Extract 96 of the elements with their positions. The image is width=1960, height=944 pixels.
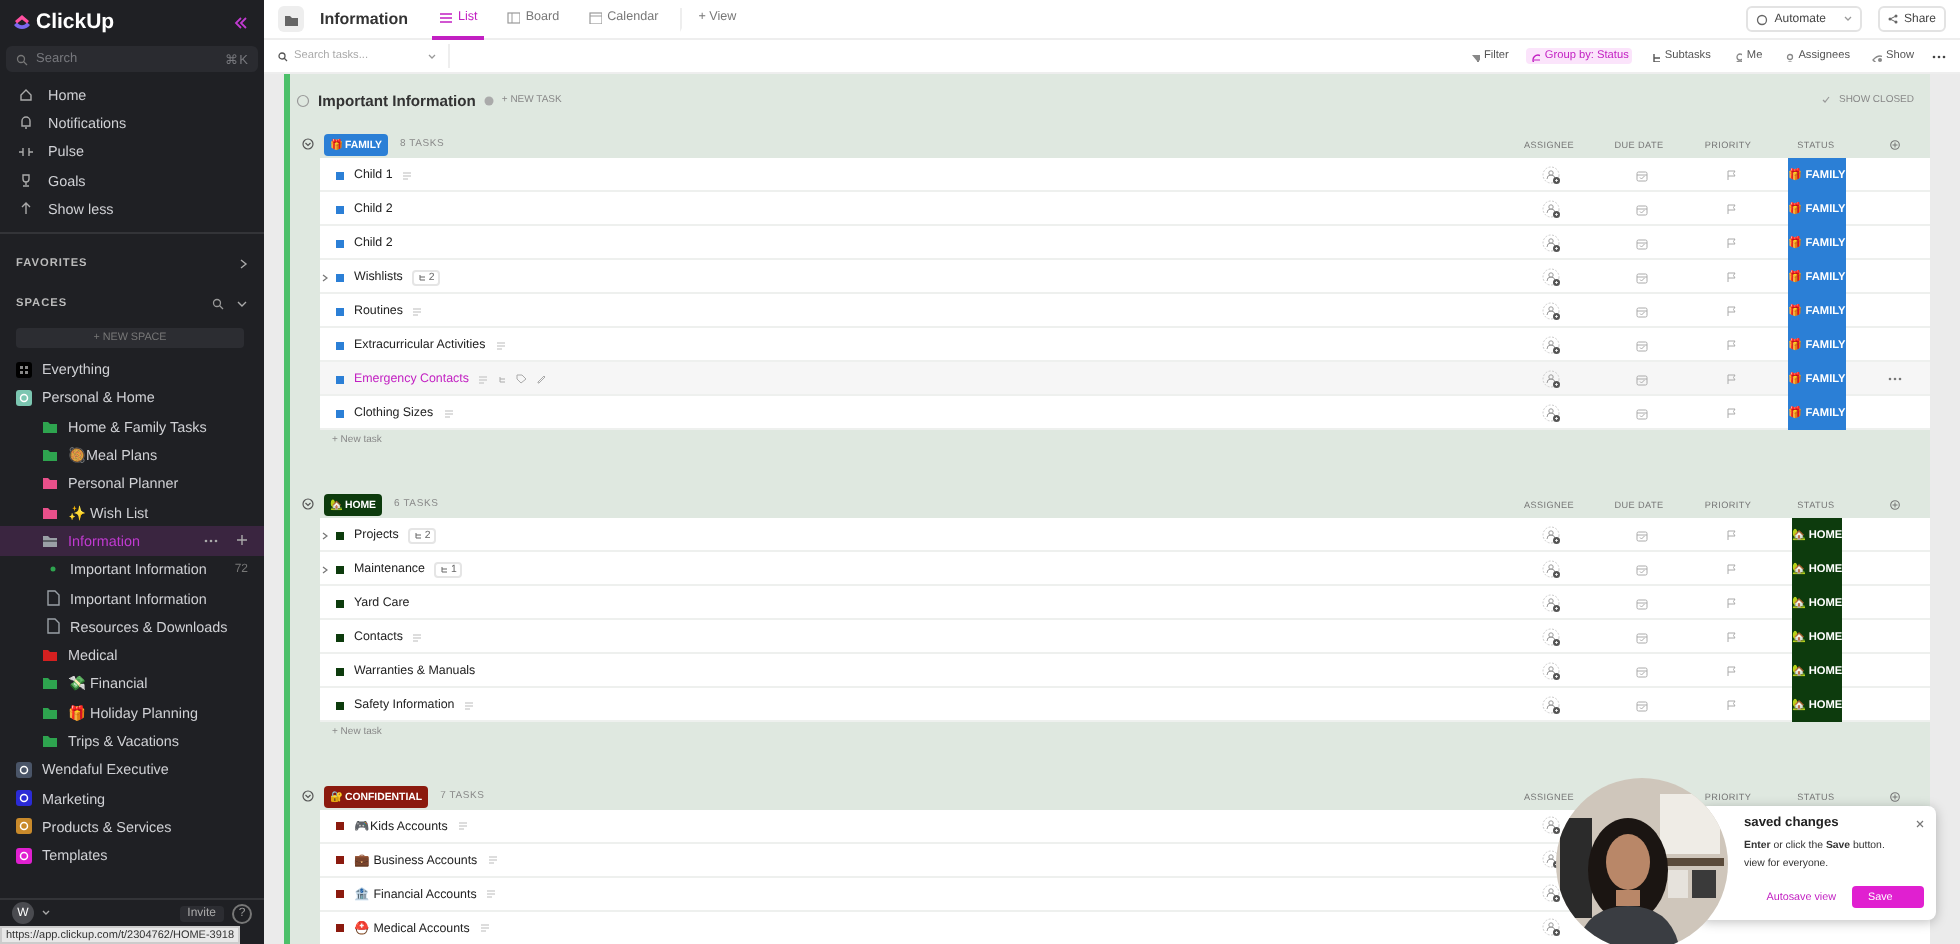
bell-icon	[18, 114, 34, 131]
flag-icon[interactable]	[1725, 408, 1735, 418]
calendar-icon[interactable]	[1635, 339, 1647, 351]
flag-icon[interactable]	[1725, 700, 1735, 710]
flag-icon[interactable]	[1725, 272, 1735, 282]
add-assignee-icon[interactable]	[1541, 816, 1561, 836]
calendar-icon[interactable]	[1635, 563, 1647, 575]
clock-icon	[1756, 13, 1769, 25]
add-column-icon[interactable]	[1890, 791, 1900, 801]
search-icon	[16, 53, 28, 65]
calendar-icon[interactable]	[1635, 203, 1647, 215]
calendar-icon	[587, 10, 602, 24]
flag-icon[interactable]	[1725, 564, 1735, 574]
add-assignee-icon[interactable]	[1541, 918, 1561, 938]
caret-icon	[42, 910, 50, 916]
home-icon	[18, 86, 34, 103]
caret-right-icon[interactable]	[322, 531, 328, 539]
filter-icon	[1469, 51, 1480, 61]
search-icon[interactable]	[212, 298, 224, 311]
plus-icon[interactable]	[236, 534, 248, 547]
trophy-icon	[18, 172, 34, 189]
flag-icon[interactable]	[1725, 666, 1735, 676]
folder-icon	[284, 13, 298, 25]
calendar-icon[interactable]	[1635, 407, 1647, 419]
calendar-icon[interactable]	[1635, 237, 1647, 249]
collapse-icon[interactable]	[302, 498, 314, 510]
add-assignee-icon[interactable]	[1541, 403, 1561, 423]
subtasks-icon	[418, 273, 427, 281]
add-assignee-icon[interactable]	[1541, 165, 1561, 185]
calendar-icon[interactable]	[1635, 529, 1647, 541]
flag-icon[interactable]	[1725, 340, 1735, 350]
calendar-icon[interactable]	[1635, 699, 1647, 711]
add-assignee-icon[interactable]	[1541, 267, 1561, 287]
app-logo: ClickUp	[36, 10, 115, 34]
chevron-down-icon[interactable]	[236, 299, 248, 310]
close-icon[interactable]	[1916, 820, 1924, 828]
tag-icon[interactable]	[516, 374, 527, 384]
collapse-icon[interactable]	[302, 790, 314, 802]
add-assignee-icon[interactable]	[1541, 627, 1561, 647]
flag-icon[interactable]	[1725, 374, 1735, 384]
add-assignee-icon[interactable]	[1541, 233, 1561, 253]
add-assignee-icon[interactable]	[1541, 661, 1561, 681]
calendar-icon[interactable]	[1635, 271, 1647, 283]
add-assignee-icon[interactable]	[1541, 199, 1561, 219]
calendar-icon[interactable]	[1635, 373, 1647, 385]
subtasks-icon	[1650, 51, 1661, 61]
board-icon	[505, 10, 520, 24]
more-icon[interactable]	[1888, 376, 1902, 382]
search-icon	[278, 51, 288, 61]
add-assignee-icon[interactable]	[1541, 525, 1561, 545]
add-column-icon[interactable]	[1890, 139, 1900, 149]
share-icon	[1887, 14, 1898, 24]
circle-icon	[296, 93, 310, 107]
add-assignee-icon[interactable]	[1541, 593, 1561, 613]
add-assignee-icon[interactable]	[1541, 559, 1561, 579]
flag-icon[interactable]	[1725, 170, 1735, 180]
pulse-icon	[18, 143, 34, 160]
more-icon[interactable]	[204, 537, 218, 544]
arrow-up-icon	[18, 200, 34, 217]
collapse-icon[interactable]	[302, 138, 314, 150]
subtasks-icon	[440, 565, 449, 573]
flag-icon[interactable]	[1725, 204, 1735, 214]
chevron-right-icon[interactable]	[238, 258, 248, 271]
caret-right-icon[interactable]	[322, 565, 328, 573]
subtasks-icon[interactable]	[498, 375, 507, 383]
check-icon	[1822, 96, 1831, 104]
grid-icon	[16, 361, 32, 378]
add-assignee-icon[interactable]	[1541, 301, 1561, 321]
calendar-icon[interactable]	[1635, 665, 1647, 677]
pencil-icon[interactable]	[536, 374, 547, 384]
list-icon	[438, 10, 452, 24]
flag-icon[interactable]	[1725, 632, 1735, 642]
flag-icon[interactable]	[1725, 238, 1735, 248]
calendar-icon[interactable]	[1635, 305, 1647, 317]
add-assignee-icon[interactable]	[1541, 335, 1561, 355]
add-assignee-icon[interactable]	[1541, 695, 1561, 715]
flag-icon[interactable]	[1725, 530, 1735, 540]
more-icon[interactable]	[1932, 53, 1946, 59]
subtasks-icon	[414, 531, 423, 539]
logo-icon	[12, 12, 30, 32]
caret-icon	[428, 53, 436, 59]
info-icon	[483, 95, 494, 105]
add-assignee-icon[interactable]	[1541, 884, 1561, 904]
flag-icon[interactable]	[1725, 598, 1735, 608]
add-assignee-icon[interactable]	[1541, 369, 1561, 389]
page-title: Information	[320, 10, 408, 28]
group-icon	[1530, 51, 1541, 61]
calendar-icon[interactable]	[1635, 169, 1647, 181]
calendar-icon[interactable]	[1635, 631, 1647, 643]
collapse-icon[interactable]	[234, 15, 248, 29]
caret-icon	[1843, 16, 1852, 22]
eye-icon	[1872, 51, 1882, 61]
add-column-icon[interactable]	[1890, 499, 1900, 509]
calendar-icon[interactable]	[1635, 597, 1647, 609]
caret-right-icon[interactable]	[322, 273, 328, 281]
flag-icon[interactable]	[1725, 306, 1735, 316]
